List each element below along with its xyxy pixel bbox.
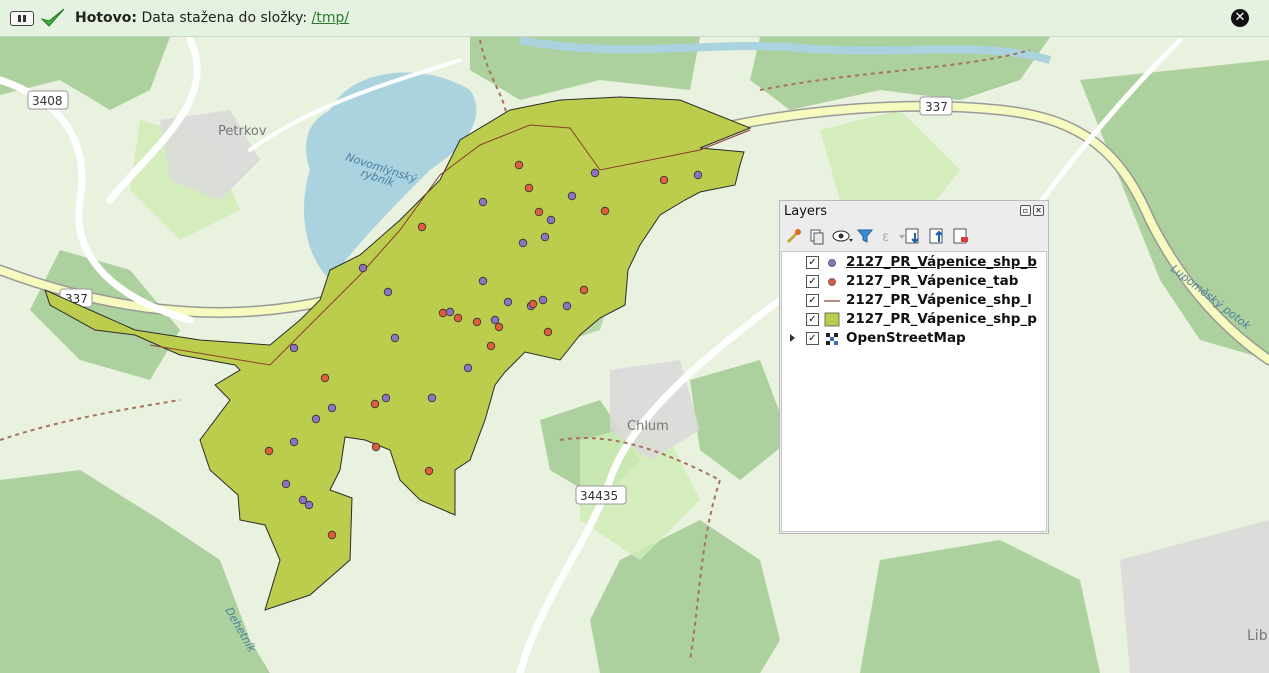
point-purple-marker[interactable] [546, 215, 556, 225]
point-purple-marker[interactable] [281, 479, 291, 489]
point-red-marker[interactable] [264, 446, 274, 456]
map-canvas[interactable]: 3408 337 337 34435 Petrkov Novomlýnský r… [0, 37, 1269, 673]
point-purple-marker[interactable] [327, 403, 337, 413]
point-purple-marker[interactable] [445, 307, 455, 317]
point-purple-marker[interactable] [478, 276, 488, 286]
point-purple-marker[interactable] [427, 393, 437, 403]
expression-filter-icon: ε [880, 227, 905, 245]
polygon-icon [824, 312, 840, 327]
point-red-marker[interactable] [534, 207, 544, 217]
point-purple-marker[interactable] [390, 333, 400, 343]
layers-toolbar: ε [784, 225, 970, 247]
folder-link[interactable]: /tmp/ [312, 10, 349, 26]
point-purple-marker[interactable] [693, 170, 703, 180]
point-purple-marker[interactable] [567, 191, 577, 201]
road-337-label-right: 337 [925, 100, 948, 114]
point-purple-marker[interactable] [490, 315, 500, 325]
point-red-marker[interactable] [514, 160, 524, 170]
collapse-all-icon[interactable] [928, 227, 946, 245]
layer-label: OpenStreetMap [846, 330, 966, 346]
point-red-marker[interactable] [327, 530, 337, 540]
layer-checkbox[interactable]: ✓ [806, 256, 819, 269]
point-purple-icon [828, 259, 836, 267]
visibility-icon[interactable] [832, 227, 853, 245]
point-purple-marker[interactable] [478, 197, 488, 207]
float-icon[interactable]: ▫ [1020, 205, 1031, 216]
layer-checkbox[interactable]: ✓ [806, 294, 819, 307]
layer-label: 2127_PR_Vápenice_shp_l [846, 292, 1032, 308]
point-purple-marker[interactable] [358, 263, 368, 273]
point-red-marker[interactable] [320, 373, 330, 383]
layers-panel-title: Layers [784, 204, 828, 219]
point-red-marker[interactable] [600, 206, 610, 216]
remove-layer-icon[interactable] [952, 227, 970, 245]
status-label: Hotovo: [75, 10, 137, 26]
point-red-marker[interactable] [424, 466, 434, 476]
point-red-marker[interactable] [528, 299, 538, 309]
style-icon[interactable] [784, 227, 802, 245]
point-purple-marker[interactable] [590, 168, 600, 178]
point-purple-marker[interactable] [518, 238, 528, 248]
point-purple-marker[interactable] [562, 301, 572, 311]
panel-window-buttons: ▫ ✕ [1020, 205, 1044, 216]
point-purple-marker[interactable] [463, 363, 473, 373]
expand-arrow-icon[interactable] [790, 334, 795, 342]
road-34435-label: 34435 [580, 489, 618, 503]
point-purple-marker[interactable] [540, 232, 550, 242]
add-group-icon[interactable] [808, 227, 826, 245]
point-red-marker[interactable] [524, 183, 534, 193]
layer-row-tab[interactable]: ✓ 2127_PR_Vápenice_tab [782, 272, 1046, 291]
pause-icon[interactable] [10, 11, 34, 26]
filter-icon[interactable] [856, 227, 874, 245]
message-body: Data stažena do složky: [141, 10, 308, 26]
svg-text:ε: ε [882, 230, 889, 245]
expand-all-icon[interactable] [904, 227, 922, 245]
point-purple-marker[interactable] [289, 343, 299, 353]
message-bar: Hotovo: Data stažena do složky: /tmp/ ✕ [0, 0, 1269, 37]
layer-row-osm[interactable]: ✓ OpenStreetMap [782, 329, 1046, 348]
point-red-marker[interactable] [370, 399, 380, 409]
layer-row-shp-p[interactable]: ✓ 2127_PR_Vápenice_shp_p [782, 310, 1046, 329]
close-icon[interactable]: ✕ [1231, 9, 1249, 27]
raster-icon [826, 333, 838, 345]
point-red-marker[interactable] [472, 317, 482, 327]
lib-label: Lib [1247, 628, 1268, 644]
line-icon [824, 300, 840, 302]
success-check-icon [41, 8, 65, 27]
point-red-icon [828, 278, 836, 286]
message-text: Hotovo: Data stažena do složky: /tmp/ [75, 10, 349, 26]
chlum-label: Chlum [627, 419, 669, 434]
layer-label: 2127_PR_Vápenice_tab [846, 273, 1019, 289]
point-red-marker[interactable] [417, 222, 427, 232]
petrkov-label: Petrkov [218, 124, 267, 139]
layer-tree: ✓ 2127_PR_Vápenice_shp_b ✓ 2127_PR_Vápen… [781, 251, 1047, 532]
close-panel-icon[interactable]: ✕ [1033, 205, 1044, 216]
point-purple-marker[interactable] [289, 437, 299, 447]
layer-row-shp-b[interactable]: ✓ 2127_PR_Vápenice_shp_b [782, 253, 1046, 272]
point-red-marker[interactable] [579, 285, 589, 295]
layer-checkbox[interactable]: ✓ [806, 332, 819, 345]
layer-label: 2127_PR_Vápenice_shp_b [846, 254, 1037, 270]
point-red-marker[interactable] [438, 308, 448, 318]
layer-checkbox[interactable]: ✓ [806, 275, 819, 288]
layers-panel: Layers ▫ ✕ ε ✓ 2127_PR_Vápenice_shp_b ✓ … [779, 200, 1049, 534]
point-red-marker[interactable] [543, 327, 553, 337]
point-red-marker[interactable] [486, 341, 496, 351]
point-purple-marker[interactable] [503, 297, 513, 307]
layer-label: 2127_PR_Vápenice_shp_p [846, 311, 1037, 327]
point-purple-marker[interactable] [311, 414, 321, 424]
point-red-marker[interactable] [453, 313, 463, 323]
point-purple-marker[interactable] [538, 295, 548, 305]
point-purple-marker[interactable] [383, 287, 393, 297]
layer-row-shp-l[interactable]: ✓ 2127_PR_Vápenice_shp_l [782, 291, 1046, 310]
point-red-marker[interactable] [371, 442, 381, 452]
point-red-marker[interactable] [659, 175, 669, 185]
point-red-marker[interactable] [494, 322, 504, 332]
layer-checkbox[interactable]: ✓ [806, 313, 819, 326]
point-purple-marker[interactable] [381, 393, 391, 403]
point-purple-marker[interactable] [304, 500, 314, 510]
road-3408-label: 3408 [32, 94, 63, 108]
